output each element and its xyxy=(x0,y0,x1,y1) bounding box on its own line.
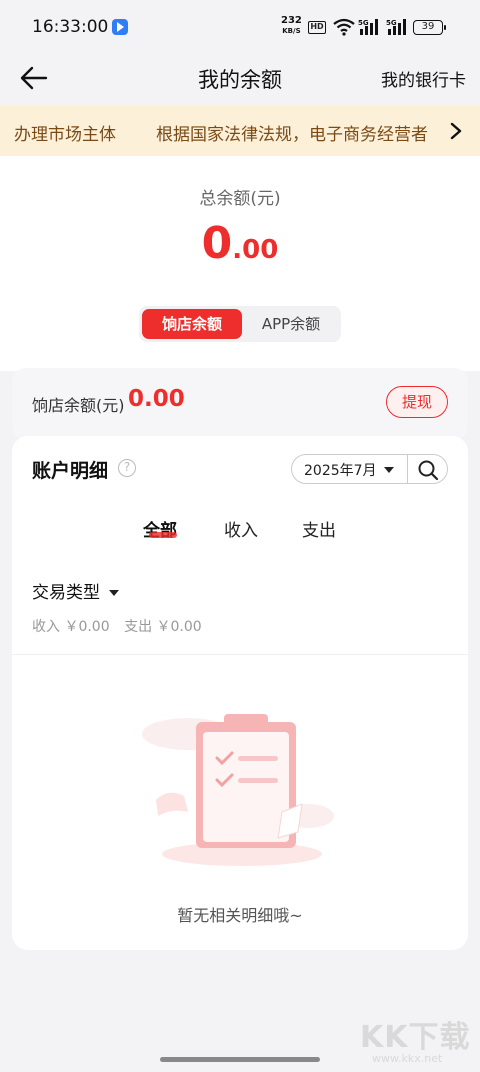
home-indicator[interactable] xyxy=(160,1057,320,1062)
withdraw-button[interactable]: 提现 xyxy=(386,386,448,418)
detail-tabs: 全部 收入 支出 xyxy=(12,516,468,546)
total-balance-card: 总余额(元) 0.00 饷店余额 APP余额 xyxy=(0,156,480,371)
network-speed-value: 232 xyxy=(281,15,302,26)
empty-clipboard-illustration xyxy=(142,714,334,866)
account-details-title: 账户明细 xyxy=(32,460,109,482)
segment-store-balance[interactable]: 饷店余额 xyxy=(142,309,242,339)
chevron-right-icon xyxy=(450,122,462,140)
notice-text-right: 根据国家法律法规，电子商务经营者 xyxy=(156,125,428,145)
caret-down-icon xyxy=(384,467,394,473)
income-summary: 收入 ￥0.00 xyxy=(32,619,110,635)
store-balance-amount: 0.00 xyxy=(128,386,185,412)
watermark: KK下载 www.kkx.net xyxy=(360,1012,471,1065)
transaction-type-filter[interactable]: 交易类型 xyxy=(32,578,120,603)
help-icon[interactable]: ? xyxy=(118,459,136,477)
expense-summary: 支出 ￥0.00 xyxy=(124,619,202,635)
my-bank-card-link[interactable]: 我的银行卡 xyxy=(381,66,466,91)
divider xyxy=(12,654,468,655)
account-details-card: 账户明细 ? 2025年7月 全部 收入 支出 交易类型 收入 ￥0.00 支出… xyxy=(12,436,468,950)
status-bar: 16:33:00 232 KB/S HD 5G 5G 39 xyxy=(0,0,480,54)
notice-text-left: 办理市场主体 xyxy=(14,125,116,145)
svg-text:5G: 5G xyxy=(386,19,397,27)
date-filter: 2025年7月 xyxy=(291,454,448,484)
total-balance-amount: 0.00 xyxy=(0,218,480,269)
total-balance-integer: 0 xyxy=(201,218,233,269)
caret-down-icon xyxy=(109,588,120,598)
status-time: 16:33:00 xyxy=(32,17,109,37)
battery-icon: 39 xyxy=(413,20,446,35)
empty-state-text: 暂无相关明细哦~ xyxy=(177,906,303,925)
network-speed: 232 KB/S xyxy=(281,16,302,36)
signal-5g-icon-1: 5G xyxy=(358,19,378,35)
network-speed-unit: KB/S xyxy=(282,27,301,35)
nav-bar: 我的余额 我的银行卡 xyxy=(0,54,480,104)
month-selector[interactable]: 2025年7月 xyxy=(304,460,377,480)
watermark-logo: KK下载 xyxy=(360,1020,471,1055)
month-label: 2025年7月 xyxy=(304,463,377,479)
hd-icon: HD xyxy=(308,21,326,34)
search-icon[interactable] xyxy=(417,459,439,481)
store-balance-card: 饷店余额(元) 0.00 提现 xyxy=(12,368,468,440)
app-notification-icon xyxy=(112,19,128,35)
wifi-icon xyxy=(333,18,355,36)
total-balance-label: 总余额(元) xyxy=(199,189,281,209)
segment-app-balance[interactable]: APP余额 xyxy=(243,309,339,339)
tab-income[interactable]: 收入 xyxy=(224,516,258,541)
balance-segment-control: 饷店余额 APP余额 xyxy=(139,306,341,342)
signal-5g-icon-2: 5G xyxy=(386,19,406,35)
date-divider xyxy=(407,455,408,483)
income-expense-summary: 收入 ￥0.00 支出 ￥0.00 xyxy=(32,616,212,636)
store-balance-label: 饷店余额(元) xyxy=(32,396,125,415)
total-balance-decimal: .00 xyxy=(232,235,279,265)
active-tab-indicator xyxy=(149,532,177,538)
transaction-type-label: 交易类型 xyxy=(32,583,100,603)
watermark-url: www.kkx.net xyxy=(372,1052,443,1065)
notice-banner[interactable]: 办理市场主体 根据国家法律法规，电子商务经营者 xyxy=(0,106,480,156)
svg-text:5G: 5G xyxy=(358,19,369,27)
tab-expense[interactable]: 支出 xyxy=(302,516,336,541)
